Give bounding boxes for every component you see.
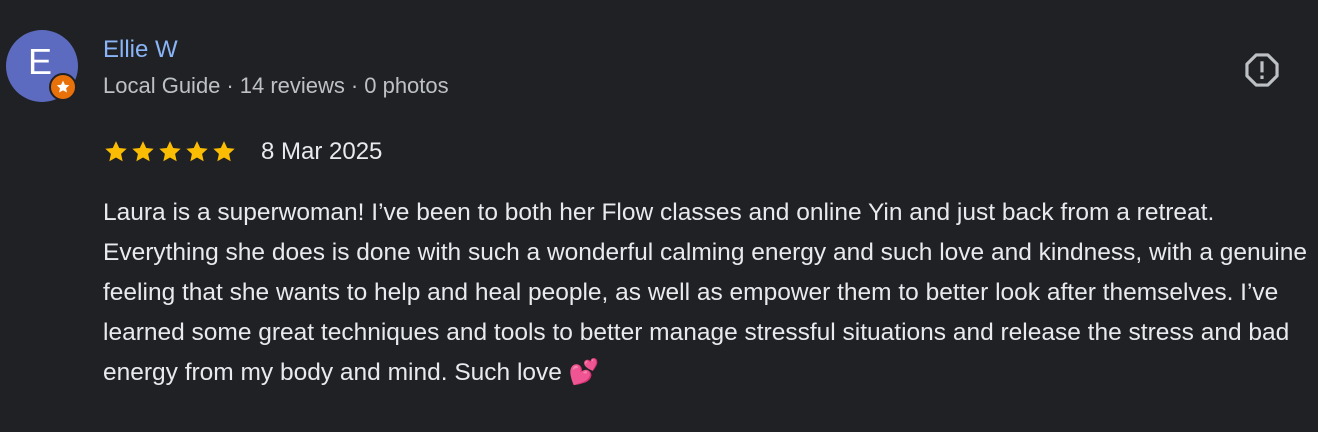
- local-guide-badge-icon: [49, 73, 77, 101]
- local-guide-label: Local Guide: [103, 73, 221, 98]
- star-icon: [186, 141, 208, 162]
- star-rating: [103, 139, 237, 165]
- star-icon: [159, 141, 181, 162]
- star-icon: [56, 80, 70, 93]
- reviewer-meta: Local Guide · 14 reviews · 0 photos: [103, 71, 449, 101]
- meta-separator: ·: [350, 73, 359, 98]
- star-icon: [132, 141, 154, 162]
- reviewer-name[interactable]: Ellie W: [103, 34, 178, 66]
- photo-count: 0 photos: [364, 73, 449, 98]
- star-icon: [213, 141, 235, 162]
- report-review-button[interactable]: [1240, 50, 1284, 90]
- review-card: E Ellie W Local Guide · 14 reviews · 0 photo…: [0, 0, 1318, 432]
- avatar-initial: E: [27, 41, 52, 82]
- star-icon: [105, 141, 127, 162]
- review-text: Laura is a superwoman! I’ve been to both…: [103, 199, 1307, 386]
- rating-row: 8 Mar 2025: [103, 136, 382, 168]
- report-octagon-icon: [1245, 53, 1279, 87]
- review-count: 14 reviews: [239, 73, 345, 98]
- review-date: 8 Mar 2025: [261, 138, 383, 165]
- meta-separator: ·: [226, 73, 234, 98]
